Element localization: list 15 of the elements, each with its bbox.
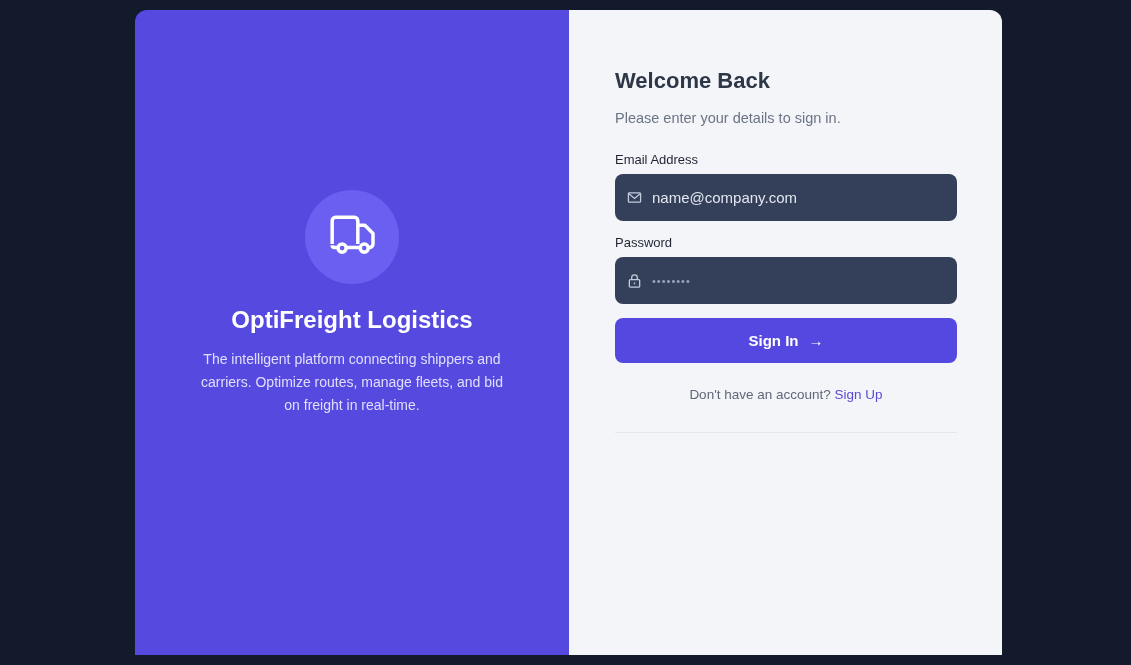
email-field[interactable]: name@company.com <box>615 174 957 221</box>
signup-prompt: Don't have an account? <box>689 387 831 402</box>
sign-up-link[interactable]: Sign Up <box>834 387 883 402</box>
field-label: Password <box>615 235 673 250</box>
email-input[interactable]: name@company.com <box>652 189 945 206</box>
sign-in-button[interactable]: Sign In → <box>615 318 957 363</box>
field-label: Email Address <box>615 152 699 167</box>
password-input[interactable]: •••••••• <box>652 274 945 287</box>
brand-title: OptiFreight Logistics <box>231 306 473 334</box>
mail-icon <box>627 190 642 205</box>
password-field[interactable]: •••••••• <box>615 257 957 304</box>
brand-description: The intelligent platform connecting shippers and carriers. Optimize routes, manage fleets, and bid on freight in real-time. <box>200 350 504 415</box>
form-subtitle: Please enter your details to sign in. <box>615 110 841 126</box>
form-title: Welcome Back <box>615 68 770 94</box>
lock-icon <box>627 273 642 288</box>
